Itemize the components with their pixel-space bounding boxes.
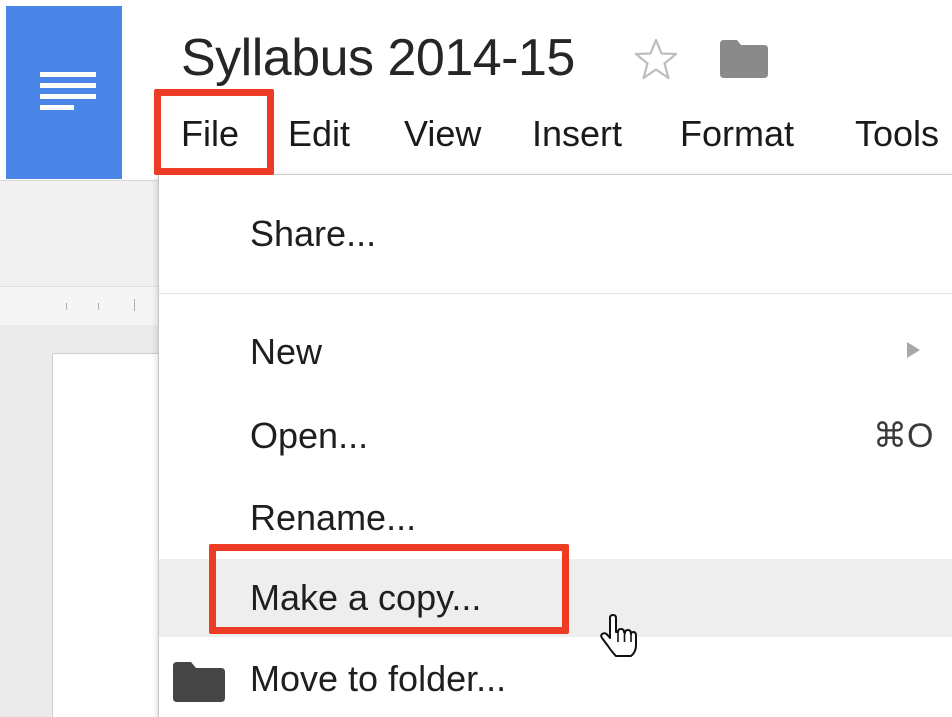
hand-pointer-icon bbox=[600, 614, 637, 657]
menu-item-new[interactable]: New bbox=[159, 313, 952, 391]
folder-icon[interactable] bbox=[720, 40, 768, 78]
file-menu-dropdown: Share... New Open... ⌘O Rename... Make a… bbox=[158, 174, 952, 717]
folder-icon bbox=[173, 662, 225, 702]
shortcut-label: ⌘O bbox=[873, 417, 934, 455]
menu-item-label: Open... bbox=[250, 415, 369, 456]
ruler[interactable] bbox=[0, 286, 160, 326]
menu-tools[interactable]: Tools bbox=[855, 104, 939, 164]
menu-item-open[interactable]: Open... ⌘O bbox=[159, 397, 952, 475]
chevron-right-icon bbox=[907, 342, 920, 358]
google-docs-window: Syllabus 2014-15 File Edit View Insert F… bbox=[0, 0, 952, 717]
menu-bar: File Edit View Insert Format Tools bbox=[0, 104, 952, 164]
document-page[interactable] bbox=[52, 353, 163, 717]
star-icon[interactable] bbox=[633, 36, 679, 82]
menu-format[interactable]: Format bbox=[680, 104, 794, 164]
menu-item-label: Move to folder... bbox=[250, 658, 507, 699]
menu-item-move-to-folder[interactable]: Move to folder... bbox=[159, 640, 952, 717]
document-title[interactable]: Syllabus 2014-15 bbox=[181, 28, 575, 88]
menu-edit[interactable]: Edit bbox=[288, 104, 350, 164]
toolbar bbox=[0, 180, 160, 286]
menu-item-share[interactable]: Share... bbox=[159, 195, 952, 273]
menu-item-label: New bbox=[250, 331, 323, 372]
menu-item-label: Share... bbox=[250, 213, 377, 254]
menu-insert[interactable]: Insert bbox=[532, 104, 622, 164]
menu-separator bbox=[159, 293, 952, 294]
menu-view[interactable]: View bbox=[404, 104, 481, 164]
make-copy-highlight-box bbox=[209, 544, 569, 634]
file-highlight-box bbox=[154, 89, 274, 175]
